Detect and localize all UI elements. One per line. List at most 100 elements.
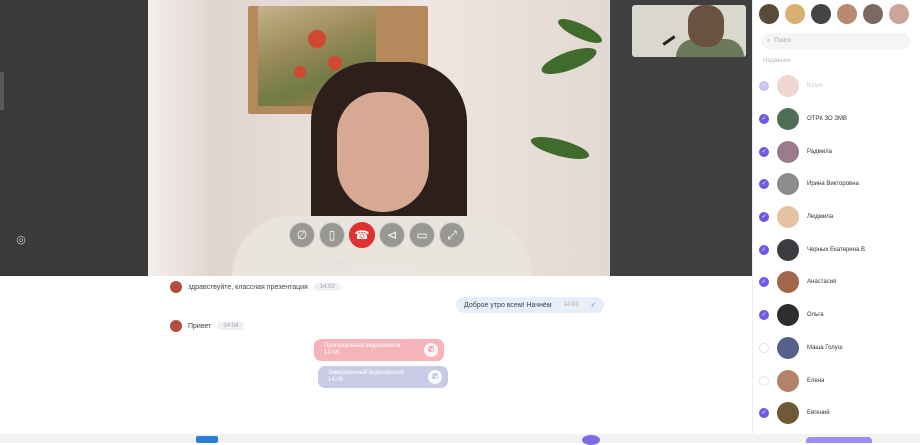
- read-check-icon: ✓: [590, 302, 597, 309]
- call-title: Пропущенный видеозвонок: [324, 343, 401, 349]
- message-text: Привет: [188, 322, 212, 330]
- missed-call-card[interactable]: Пропущенный видеозвонок 14:05 ✆: [314, 339, 444, 361]
- checkbox[interactable]: ✓: [759, 408, 769, 419]
- contact-item[interactable]: ✓ Анастасия: [759, 266, 919, 299]
- avatar[interactable]: [863, 4, 883, 24]
- self-view-pip[interactable]: [632, 5, 746, 57]
- ended-call-card[interactable]: Завершённый видеозвонок 14:06 ✆: [318, 366, 448, 388]
- contact-item[interactable]: ✓ Маша Голуш: [759, 332, 919, 365]
- fullscreen-button[interactable]: ⤢: [439, 222, 465, 248]
- contact-name: Ирина Викторовна: [807, 181, 859, 188]
- checkbox[interactable]: ✓: [759, 212, 769, 223]
- logo-icon: [196, 436, 218, 443]
- avatar[interactable]: [759, 4, 779, 24]
- checkbox[interactable]: ✓: [759, 375, 769, 386]
- avatar: [777, 173, 799, 196]
- call-controls: ∅ ▯ ☎ ⊲ ▭ ⤢: [289, 220, 465, 250]
- camera-switch-icon[interactable]: ◎: [14, 233, 28, 247]
- checkbox[interactable]: ✓: [759, 179, 769, 190]
- contact-item[interactable]: ✓ Юлия: [759, 70, 919, 103]
- mic-off-button[interactable]: ∅: [289, 222, 315, 248]
- checkbox[interactable]: ✓: [759, 114, 769, 125]
- message-text: здравствуйте, классная презентация: [188, 283, 308, 291]
- message-time: 14:02: [313, 283, 341, 291]
- avatar: [777, 140, 799, 163]
- checkbox[interactable]: ✓: [759, 342, 769, 353]
- bottom-bar: [0, 434, 920, 445]
- checkbox[interactable]: ✓: [759, 244, 769, 255]
- painting-flower: [294, 66, 306, 78]
- contact-item[interactable]: ✓ Ирина Викторовна: [759, 168, 919, 201]
- avatar: [170, 320, 182, 332]
- contact-name: Анастасия: [807, 279, 837, 286]
- contacts-panel: ⌕ Поиск Недавние ✓ Юлия ✓ ОТРК ЗО ЗМВ ✓ …: [752, 0, 920, 434]
- avatar: [777, 238, 799, 261]
- contact-name: Юлия: [807, 83, 823, 90]
- window-light: [148, 0, 208, 276]
- checkbox[interactable]: ✓: [759, 146, 769, 157]
- screen-share-label: Трансляция экрана: [348, 262, 411, 270]
- contact-item[interactable]: ✓ ОТРК ЗО ЗМВ: [759, 103, 919, 136]
- pip-person-head: [688, 5, 724, 47]
- primary-button[interactable]: [806, 437, 872, 443]
- contact-name: Черных Екатерина В.: [807, 246, 867, 253]
- collapse-handle[interactable]: [0, 72, 4, 110]
- person-face: [337, 92, 429, 212]
- avatar[interactable]: [785, 4, 805, 24]
- contact-item[interactable]: ✓ Черных Екатерина В.: [759, 233, 919, 266]
- chat-button[interactable]: ▭: [409, 222, 435, 248]
- contact-name: Елена: [807, 377, 825, 384]
- contact-item[interactable]: ✓ Елена: [759, 364, 919, 397]
- chat-icon: ▭: [416, 228, 428, 242]
- message-time: 14:04: [217, 322, 245, 330]
- checkbox[interactable]: ✓: [759, 277, 769, 288]
- call-title: Завершённый видеозвонок: [328, 370, 404, 376]
- microphone-icon: ▯: [328, 228, 336, 242]
- pip-microphone: [662, 35, 676, 46]
- contact-name: Евгений: [807, 410, 830, 417]
- share-icon: ⊲: [386, 228, 398, 242]
- checkbox[interactable]: ✓: [759, 81, 769, 92]
- mic-off-icon: ∅: [296, 228, 308, 242]
- contact-item[interactable]: ✓ Радмила: [759, 135, 919, 168]
- call-time: 14:05: [324, 350, 340, 356]
- camera-button[interactable]: ▯: [319, 222, 345, 248]
- chat-message-incoming: здравствуйте, классная презентация 14:02: [170, 281, 341, 293]
- message-time: 14:03: [557, 301, 585, 309]
- add-button[interactable]: [582, 435, 600, 445]
- avatar[interactable]: [811, 4, 831, 24]
- chat-message-incoming: Привет 14:04: [170, 320, 245, 332]
- screen-share-toggle[interactable]: Трансляция экрана: [332, 258, 411, 274]
- avatar: [777, 206, 799, 229]
- search-input[interactable]: ⌕ Поиск: [761, 33, 911, 49]
- phone-hangup-icon: ☎: [354, 228, 370, 242]
- section-label: Недавние: [763, 58, 791, 64]
- contact-item[interactable]: ✓ Ольга: [759, 299, 919, 332]
- phone-icon: ✆: [428, 370, 442, 384]
- avatar: [777, 336, 799, 359]
- painting-flower: [328, 56, 342, 70]
- chat-thread: здравствуйте, классная презентация 14:02…: [0, 276, 752, 434]
- avatar: [170, 281, 182, 293]
- avatar[interactable]: [837, 4, 857, 24]
- avatar: [777, 75, 799, 98]
- video-stage: ◎ ∅ ▯ ☎ ⊲ ▭ ⤢ Трансляция экрана: [0, 0, 752, 276]
- contact-name: Радмила: [807, 148, 832, 155]
- checkbox[interactable]: ✓: [759, 310, 769, 321]
- share-button[interactable]: ⊲: [379, 222, 405, 248]
- contact-item[interactable]: ✓ Евгений: [759, 397, 919, 430]
- search-placeholder: Поиск: [774, 38, 792, 44]
- contact-item[interactable]: ✓ Людмила: [759, 201, 919, 234]
- hang-up-button[interactable]: ☎: [349, 222, 375, 248]
- contact-name: ОТРК ЗО ЗМВ: [807, 116, 848, 123]
- avatar[interactable]: [889, 4, 909, 24]
- avatar: [777, 271, 799, 294]
- painting-flower: [308, 30, 326, 48]
- contact-name: Маша Голуш: [807, 344, 843, 351]
- contact-name: Людмила: [807, 214, 834, 221]
- contact-list: ✓ Юлия ✓ ОТРК ЗО ЗМВ ✓ Радмила ✓ Ирина В…: [759, 70, 919, 430]
- chat-message-outgoing: Доброе утро всем! Начнём 14:03 ✓: [456, 297, 605, 313]
- search-icon: ⌕: [767, 37, 771, 44]
- fullscreen-icon: ⤢: [447, 228, 457, 242]
- contact-name: Ольга: [807, 312, 824, 319]
